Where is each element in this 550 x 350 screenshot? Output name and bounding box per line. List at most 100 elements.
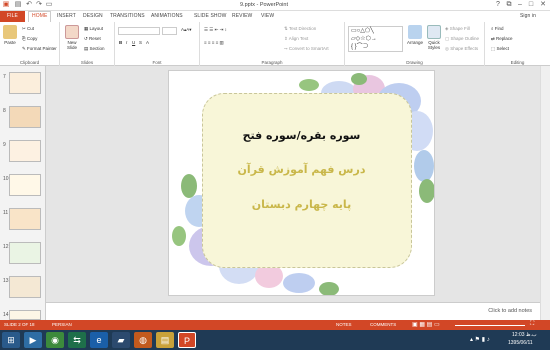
folder-icon[interactable]: ▰ (112, 332, 130, 348)
font-name-box[interactable] (118, 27, 160, 35)
ie-icon[interactable]: e (90, 332, 108, 348)
slide-thumbnail[interactable]: 9 (3, 140, 41, 162)
slide-thumbnail[interactable]: 7 (3, 72, 41, 94)
close-icon[interactable]: ✕ (539, 1, 547, 9)
slide-thumbnail[interactable]: 13 (3, 276, 41, 298)
copy-button[interactable]: ⎘ Copy (22, 36, 37, 41)
ribbon-options-icon[interactable]: ⧉ (505, 1, 513, 9)
tab-transitions[interactable]: TRANSITIONS (110, 13, 145, 19)
tab-home[interactable]: HOME (28, 11, 52, 22)
status-bar: SLIDE 2 OF 18 PERSIAN NOTES COMMENTS ▣ ▦… (0, 320, 550, 330)
vertical-scrollbar[interactable] (540, 66, 550, 320)
tab-design[interactable]: DESIGN (83, 13, 103, 19)
slide-thumbnail[interactable]: 10 (3, 174, 41, 196)
save-icon[interactable]: ▤ (14, 1, 22, 9)
layout-button[interactable]: ▦ Layout (84, 26, 103, 32)
ribbon: Paste ✂ Cut ⎘ Copy ✎ Format Painter Clip… (0, 22, 550, 66)
shape-effects-button[interactable]: ◎ Shape Effects (445, 46, 478, 52)
slideshow-icon[interactable]: ▭ (45, 1, 53, 9)
tray-icons[interactable]: ▴ ⚑ ▮ ♪ (470, 336, 490, 343)
font-color-icon[interactable]: A (146, 40, 149, 45)
arrange-button[interactable]: Arrange (405, 25, 425, 45)
new-slide-button[interactable]: New Slide (63, 25, 81, 50)
chrome-icon[interactable]: ◉ (46, 332, 64, 348)
comments-button[interactable]: COMMENTS (370, 322, 396, 327)
sign-in-link[interactable]: Sign in (520, 13, 536, 19)
powerpoint-taskbar-icon[interactable]: P (178, 332, 196, 348)
underline-button[interactable]: U (132, 40, 135, 45)
help-icon[interactable]: ? (494, 1, 502, 9)
slide-thumbnail[interactable]: 11 (3, 208, 41, 230)
clock-date[interactable]: 1395/06/11 (508, 340, 533, 346)
convert-smartart-button[interactable]: ⤳ Convert to SmartArt (284, 46, 329, 51)
ribbon-tabs: FILE HOME INSERT DESIGN TRANSITIONS ANIM… (0, 11, 550, 22)
font-size-box[interactable] (162, 27, 177, 35)
align-icons[interactable]: ≡ ≡ ≡ ≡ ▥ (204, 40, 224, 46)
tab-animations[interactable]: ANIMATIONS (151, 13, 183, 19)
slide-counter: SLIDE 2 OF 18 (4, 322, 35, 327)
notes-placeholder: Click to add notes (488, 308, 532, 314)
find-button[interactable]: ⌕ Find (491, 26, 504, 31)
editing-group: ⌕ Find ⇄ Replace ⬚ Select Editing (485, 22, 550, 66)
align-text-button[interactable]: ⇕ Align Text (284, 36, 308, 42)
shape-fill-button[interactable]: ◈ Shape Fill (445, 26, 470, 32)
slide-subtitle-1[interactable]: درس فهم آموزش قرآن (169, 163, 434, 176)
paragraph-group: ☰ ☰ ⇤ ⇥ ↕ ≡ ≡ ≡ ≡ ▥ ⇅ Text Direction ⇕ A… (200, 22, 345, 66)
slide-title[interactable]: سوره بقره/سوره فتح (169, 129, 434, 142)
notes-pane[interactable]: Click to add notes (46, 302, 540, 320)
quick-styles-button[interactable]: Quick Styles (425, 25, 443, 50)
replace-button[interactable]: ⇄ Replace (491, 36, 513, 42)
slide-subtitle-2[interactable]: پایه چهارم دبستان (169, 198, 434, 211)
current-slide[interactable]: سوره بقره/سوره فتح درس فهم آموزش قرآن پا… (168, 70, 435, 296)
cut-button[interactable]: ✂ Cut (22, 26, 34, 32)
slide-thumbnail[interactable]: 8 (3, 106, 41, 128)
tab-file[interactable]: FILE (0, 11, 25, 22)
undo-icon[interactable]: ↶ (25, 1, 33, 9)
language-indicator[interactable]: PERSIAN (52, 322, 72, 327)
media-player-icon[interactable]: ▶ (24, 332, 42, 348)
shadow-button[interactable]: S (139, 40, 142, 45)
slide-thumbnail[interactable]: 12 (3, 242, 41, 264)
shape-outline-button[interactable]: ▢ Shape Outline (445, 36, 479, 42)
drawing-group: ▭○△⬠╲ ▱◇☆⬡→{ }⌒⊃ Arrange Quick Styles ◈ S… (345, 22, 485, 66)
tab-view[interactable]: VIEW (261, 13, 274, 19)
zoom-slider[interactable] (455, 325, 525, 326)
section-button[interactable]: ▤ Section (84, 46, 105, 52)
maximize-icon[interactable]: □ (527, 1, 535, 9)
reset-button[interactable]: ↺ Reset (84, 36, 101, 42)
notes-button[interactable]: NOTES (336, 322, 352, 327)
paste-icon (3, 25, 17, 39)
bullets-icon[interactable]: ☰ ☰ ⇤ ⇥ ↕ (204, 27, 227, 33)
arrange-icon (408, 25, 422, 39)
view-buttons-icon[interactable]: ▣ ▦ ▤ ▭ (412, 321, 440, 328)
title-bar: ▣ ▤ ↶ ↷ ▭ 9.pptx - PowerPoint ? ⧉ – □ ✕ (0, 0, 550, 11)
text-panel (202, 93, 412, 268)
tab-review[interactable]: REVIEW (232, 13, 252, 19)
start-icon[interactable]: ⊞ (2, 332, 20, 348)
window-title: 9.pptx - PowerPoint (240, 2, 288, 8)
text-direction-button[interactable]: ⇅ Text Direction (284, 26, 316, 32)
format-painter-button[interactable]: ✎ Format Painter (22, 46, 57, 52)
slide-editing-area[interactable]: سوره بقره/سوره فتح درس فهم آموزش قرآن پا… (46, 66, 540, 302)
paragraph-group-label: Paragraph (261, 60, 283, 65)
slide-thumbnails-pane[interactable]: 7 8 9 10 11 12 13 14 (0, 66, 46, 320)
minimize-icon[interactable]: – (516, 1, 524, 9)
font-group-label: Font (152, 60, 162, 65)
bold-button[interactable]: B (119, 40, 122, 45)
explorer-icon[interactable]: ▤ (156, 332, 174, 348)
italic-button[interactable]: I (126, 40, 127, 45)
fit-slide-icon[interactable]: ⛶ (530, 321, 534, 328)
network-icon[interactable]: ⇆ (68, 332, 86, 348)
shapes-gallery[interactable]: ▭○△⬠╲ ▱◇☆⬡→{ }⌒⊃ (348, 26, 403, 52)
new-slide-icon (65, 25, 79, 39)
tab-insert[interactable]: INSERT (57, 13, 76, 19)
font-group: A▴A▾ B I U S A Font (115, 22, 200, 66)
clock-time[interactable]: 12:03 ب.ظ (512, 332, 537, 338)
select-button[interactable]: ⬚ Select (491, 46, 509, 52)
tab-slide-show[interactable]: SLIDE SHOW (194, 13, 226, 19)
firefox-icon[interactable]: ◍ (134, 332, 152, 348)
redo-icon[interactable]: ↷ (35, 1, 43, 9)
paste-button[interactable]: Paste (2, 25, 18, 45)
grow-font-icon[interactable]: A▴A▾ (181, 27, 192, 33)
slide-thumbnail[interactable]: 14 (3, 310, 41, 320)
